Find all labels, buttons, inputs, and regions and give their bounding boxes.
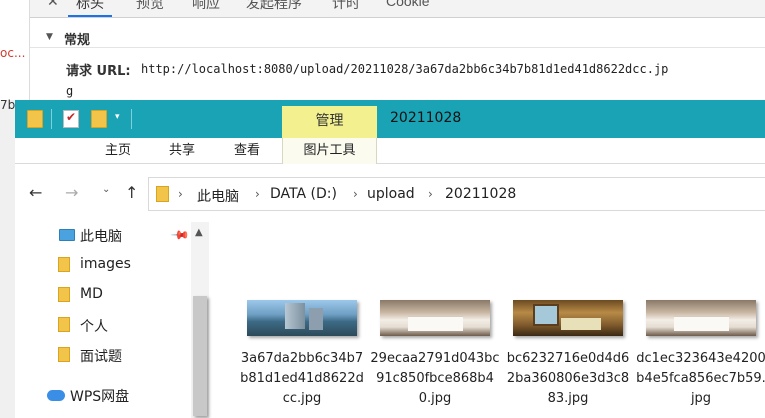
divider bbox=[51, 109, 52, 129]
sidebar-item-this-pc[interactable]: 此电脑 bbox=[15, 223, 195, 247]
file-explorer-window: ▾ 管理 20211028 文件 主页 共享 查看 图片工具 ← → ⌄ ↑ ›… bbox=[15, 100, 765, 418]
devtools-tabs: ✕ 标头 预览 响应 发起程序 计时 Cookie bbox=[30, 0, 765, 18]
navigation-pane-scrollbar[interactable]: ▲ bbox=[191, 222, 209, 418]
general-section-title: 常规 bbox=[64, 33, 91, 48]
request-url-label: 请求 URL: bbox=[66, 64, 131, 79]
sidebar-item-label: MD bbox=[80, 286, 103, 302]
scrollbar-thumb[interactable] bbox=[193, 296, 207, 416]
sidebar-item-label: 此电脑 bbox=[80, 229, 122, 245]
window-title: 20211028 bbox=[390, 110, 462, 126]
recent-locations-chevron-icon[interactable]: ⌄ bbox=[102, 184, 110, 195]
forward-arrow-icon[interactable]: → bbox=[65, 183, 78, 202]
image-thumbnail bbox=[513, 300, 623, 336]
image-thumbnail bbox=[380, 300, 490, 336]
new-folder-icon[interactable] bbox=[91, 110, 107, 128]
file-name: 29ecaa2791d043bc91c850fbce868b40.jpg bbox=[370, 351, 500, 406]
chevron-down-icon[interactable]: ▾ bbox=[115, 112, 120, 122]
breadcrumb-this-pc[interactable]: 此电脑 bbox=[197, 186, 239, 206]
tab-share[interactable]: 共享 bbox=[157, 138, 207, 164]
folder-icon bbox=[58, 347, 70, 362]
tab-view[interactable]: 查看 bbox=[222, 138, 272, 164]
tab-initiator[interactable]: 发起程序 bbox=[246, 0, 302, 13]
file-item[interactable]: dc1ec323643e4200b4e5fca856ec7b59.jpg bbox=[636, 288, 765, 418]
folder-icon bbox=[58, 317, 70, 332]
request-url-value: http://localhost:8080/upload/20211028/3a… bbox=[141, 62, 669, 76]
image-thumbnail bbox=[247, 300, 357, 336]
divider bbox=[131, 109, 132, 129]
sidebar-item-interview[interactable]: 面试题 bbox=[15, 343, 195, 367]
devtools-left-strip: oc... 7b bbox=[0, 0, 30, 112]
folder-icon bbox=[58, 287, 70, 302]
navigation-pane: 此电脑 images MD 个人 面试题 WPS网盘 bbox=[15, 222, 212, 418]
sidebar-item-wps-cloud[interactable]: WPS网盘 bbox=[15, 383, 195, 407]
file-name: bc6232716e0d4d62ba360806e3d3c883.jpg bbox=[506, 351, 630, 406]
breadcrumb-upload[interactable]: upload bbox=[367, 186, 415, 202]
file-item[interactable]: bc6232716e0d4d62ba360806e3d3c883.jpg bbox=[503, 288, 633, 418]
computer-icon bbox=[59, 229, 75, 241]
tab-response[interactable]: 响应 bbox=[192, 0, 220, 13]
scroll-up-icon[interactable]: ▲ bbox=[195, 227, 203, 238]
sidebar-item-images[interactable]: images bbox=[15, 253, 195, 277]
manage-contextual-tab[interactable]: 管理 bbox=[282, 106, 377, 138]
chevron-right-icon[interactable]: › bbox=[428, 187, 433, 201]
close-icon[interactable]: ✕ bbox=[47, 0, 59, 10]
screen: oc... 7b ✕ 标头 预览 响应 发起程序 计时 Cookie ▼ 常规 … bbox=[0, 0, 765, 418]
navigation-bar: ← → ⌄ ↑ › 此电脑 › DATA (D:) › upload › 202… bbox=[15, 164, 765, 222]
back-arrow-icon[interactable]: ← bbox=[29, 183, 42, 202]
sidebar-item-md[interactable]: MD bbox=[15, 283, 195, 307]
file-name: dc1ec323643e4200b4e5fca856ec7b59.jpg bbox=[636, 351, 765, 406]
tab-cookie[interactable]: Cookie bbox=[386, 0, 430, 9]
folder-icon bbox=[27, 110, 43, 128]
sidebar-item-label: 个人 bbox=[80, 319, 108, 335]
up-arrow-icon[interactable]: ↑ bbox=[125, 183, 138, 202]
properties-icon[interactable] bbox=[63, 110, 79, 128]
tab-timing[interactable]: 计时 bbox=[332, 0, 360, 13]
breadcrumb-data-drive[interactable]: DATA (D:) bbox=[270, 186, 337, 202]
file-list: 3a67da2bb6c34b7b81d1ed41d8622dcc.jpg 29e… bbox=[212, 222, 765, 418]
chevron-right-icon[interactable]: › bbox=[353, 187, 358, 201]
cloud-icon bbox=[47, 390, 65, 401]
folder-icon bbox=[156, 186, 169, 202]
file-item[interactable]: 3a67da2bb6c34b7b81d1ed41d8622dcc.jpg bbox=[237, 288, 367, 418]
request-list-fragment[interactable]: oc... bbox=[0, 46, 30, 60]
sidebar-item-label: 面试题 bbox=[80, 349, 122, 365]
file-name: 3a67da2bb6c34b7b81d1ed41d8622dcc.jpg bbox=[240, 351, 364, 406]
sidebar-item-label: WPS网盘 bbox=[70, 389, 130, 405]
triangle-down-icon: ▼ bbox=[46, 32, 53, 42]
sidebar-item-label: images bbox=[80, 256, 131, 272]
address-bar[interactable]: › 此电脑 › DATA (D:) › upload › 20211028 bbox=[148, 177, 765, 211]
request-url-wrap: g bbox=[66, 84, 74, 98]
image-thumbnail bbox=[646, 300, 756, 336]
devtools-panel: oc... 7b ✕ 标头 预览 响应 发起程序 计时 Cookie ▼ 常规 … bbox=[0, 0, 765, 112]
general-section-header[interactable]: ▼ 常规 bbox=[30, 26, 765, 48]
chevron-right-icon[interactable]: › bbox=[255, 187, 260, 201]
tab-preview[interactable]: 预览 bbox=[136, 0, 164, 13]
chevron-right-icon[interactable]: › bbox=[178, 187, 183, 201]
file-item[interactable]: 29ecaa2791d043bc91c850fbce868b40.jpg bbox=[370, 288, 500, 418]
ribbon-tabs: 文件 主页 共享 查看 图片工具 bbox=[15, 138, 765, 334]
tab-headers[interactable]: 标头 bbox=[68, 0, 112, 17]
request-url-row: 请求 URL: http://localhost:8080/upload/202… bbox=[66, 60, 765, 100]
tab-picture-tools[interactable]: 图片工具 bbox=[282, 138, 377, 164]
folder-icon bbox=[58, 257, 70, 272]
breadcrumb-current-folder[interactable]: 20211028 bbox=[445, 186, 516, 202]
tab-home[interactable]: 主页 bbox=[93, 138, 143, 164]
title-bar: ▾ 管理 20211028 bbox=[15, 100, 765, 138]
sidebar-item-personal[interactable]: 个人 bbox=[15, 313, 195, 337]
